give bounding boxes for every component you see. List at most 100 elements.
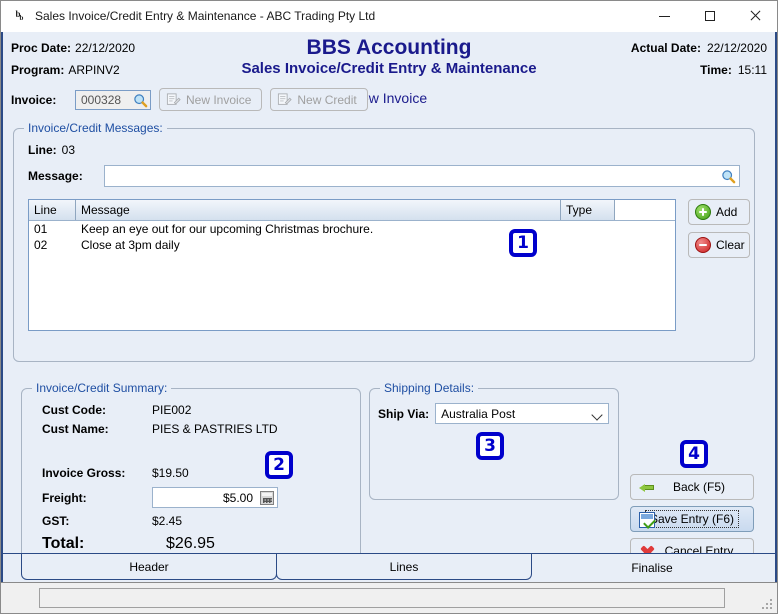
invoice-gross-label: Invoice Gross: <box>42 466 126 480</box>
cell-type <box>561 221 615 237</box>
time-value: 15:11 <box>737 63 767 77</box>
gst-label: GST: <box>42 514 70 528</box>
chevron-down-icon[interactable] <box>591 409 603 421</box>
ship-via-value: Australia Post <box>441 406 516 421</box>
ship-via-select[interactable]: Australia Post <box>435 403 610 424</box>
cell-message: Close at 3pm daily <box>81 238 180 252</box>
document-edit-icon <box>166 92 181 107</box>
tab-lines[interactable]: Lines <box>276 554 532 580</box>
messages-legend: Invoice/Credit Messages: <box>24 121 167 135</box>
summary-legend: Invoice/Credit Summary: <box>32 381 172 395</box>
cust-name-value: PIES & PASTRIES LTD <box>152 422 278 436</box>
cell-line: 02 <box>34 238 48 252</box>
minus-circle-icon <box>695 237 711 253</box>
cust-code-row: Cust Code: PIE002 <box>42 403 191 417</box>
cust-name-row: Cust Name: PIES & PASTRIES LTD <box>42 422 278 436</box>
resize-grip[interactable] <box>760 597 772 609</box>
cust-code-label: Cust Code: <box>42 403 106 417</box>
column-header-message[interactable]: Message <box>76 200 561 220</box>
gst-value: $2.45 <box>152 514 183 528</box>
new-credit-label: New Credit <box>297 92 357 107</box>
message-line-value: 03 <box>61 143 76 157</box>
status-bar <box>1 582 777 613</box>
cell-message: Keep an eye out for our upcoming Christm… <box>81 222 374 236</box>
cust-name-label: Cust Name: <box>42 422 109 436</box>
plus-circle-icon <box>695 204 711 220</box>
message-line-label: Line: <box>28 143 57 157</box>
document-edit-icon <box>277 92 293 107</box>
actual-date-value: 22/12/2020 <box>706 41 767 55</box>
back-button[interactable]: Back (F5) <box>630 474 754 500</box>
freight-input[interactable]: $5.00 <box>152 487 278 508</box>
save-icon <box>639 512 655 528</box>
total-label: Total: <box>42 535 85 552</box>
invoice-number-value: 000328 <box>81 92 122 107</box>
tab-finalise-label: Finalise <box>631 561 673 575</box>
annotation-badge-2: 2 <box>265 451 293 479</box>
search-icon[interactable] <box>721 169 736 184</box>
message-input[interactable] <box>104 165 740 187</box>
window-controls <box>642 1 777 31</box>
save-entry-button[interactable]: Save Entry (F6) <box>630 506 754 532</box>
maximize-icon <box>704 11 715 21</box>
tab-header[interactable]: Header <box>21 554 277 580</box>
close-button[interactable] <box>732 1 777 31</box>
ship-via-row: Ship Via: Australia Post <box>378 403 610 424</box>
tab-header-label: Header <box>129 559 169 574</box>
message-line-row: Line: 03 <box>28 143 75 157</box>
add-button-label: Add <box>716 205 738 219</box>
annotation-badge-1: 1 <box>509 229 537 257</box>
messages-table-header: Line Message Type <box>29 200 675 221</box>
close-icon <box>749 10 761 22</box>
bbs-logo-icon: bb <box>15 9 24 22</box>
clear-message-button[interactable]: Clear <box>688 232 750 258</box>
table-row[interactable]: 01 Keep an eye out for our upcoming Chri… <box>29 221 675 237</box>
invoice-number-field[interactable]: 000328 <box>75 89 151 110</box>
status-panel <box>39 588 725 608</box>
title-bar: bb Sales Invoice/Credit Entry & Maintena… <box>1 1 777 32</box>
minimize-button[interactable] <box>642 1 687 31</box>
message-input-row: Message: <box>28 165 740 187</box>
calculator-icon[interactable] <box>260 491 274 505</box>
freight-row: Freight: $5.00 <box>42 487 278 508</box>
invoice-row: Invoice: 000328 New Invoice New Credit <box>11 88 368 111</box>
column-header-blank[interactable] <box>615 200 675 220</box>
save-entry-label: Save Entry (F6) <box>644 510 740 528</box>
messages-table[interactable]: Line Message Type 01 Keep an eye out for… <box>28 199 676 331</box>
invoice-credit-summary-group: Invoice/Credit Summary: Cust Code: PIE00… <box>21 381 361 578</box>
column-header-type[interactable]: Type <box>561 200 615 220</box>
actual-date-label: Actual Date: <box>630 41 701 55</box>
new-credit-button[interactable]: New Credit <box>270 88 368 111</box>
total-value: $26.95 <box>166 535 215 552</box>
annotation-badge-4: 4 <box>680 440 708 468</box>
freight-value: $5.00 <box>222 490 253 505</box>
clear-button-label: Clear <box>716 238 745 252</box>
ship-via-label: Ship Via: <box>378 406 430 421</box>
tab-finalise[interactable]: Finalise <box>537 554 767 582</box>
time-label: Time: <box>700 63 732 77</box>
shipping-legend: Shipping Details: <box>380 381 479 395</box>
invoice-credit-messages-group: Invoice/Credit Messages: Line: 03 Message… <box>13 121 755 362</box>
arrow-left-icon <box>639 480 655 496</box>
annotation-badge-3: 3 <box>476 432 504 460</box>
invoice-gross-row: Invoice Gross: $19.50 <box>42 466 189 480</box>
client-area: Proc Date: 22/12/2020 Program: ARPINV2 BBS… <box>1 32 777 582</box>
cell-type <box>561 237 615 253</box>
cust-code-value: PIE002 <box>152 403 192 417</box>
new-invoice-button[interactable]: New Invoice <box>159 88 263 111</box>
new-invoice-label: New Invoice <box>186 92 252 107</box>
tab-lines-label: Lines <box>389 559 419 574</box>
message-label: Message: <box>28 169 83 183</box>
total-row: Total: $26.95 <box>42 535 215 553</box>
table-row[interactable]: 02 Close at 3pm daily <box>29 237 675 253</box>
gst-row: GST: $2.45 <box>42 514 182 528</box>
column-header-line[interactable]: Line <box>29 200 76 220</box>
cell-line: 01 <box>34 222 48 236</box>
invoice-gross-value: $19.50 <box>152 466 189 480</box>
add-message-button[interactable]: Add <box>688 199 750 225</box>
tab-strip: Header Lines Finalise <box>3 553 775 582</box>
application-window: bb Sales Invoice/Credit Entry & Maintena… <box>0 0 778 614</box>
freight-label: Freight: <box>42 490 87 505</box>
maximize-button[interactable] <box>687 1 732 31</box>
search-icon[interactable] <box>133 93 148 108</box>
